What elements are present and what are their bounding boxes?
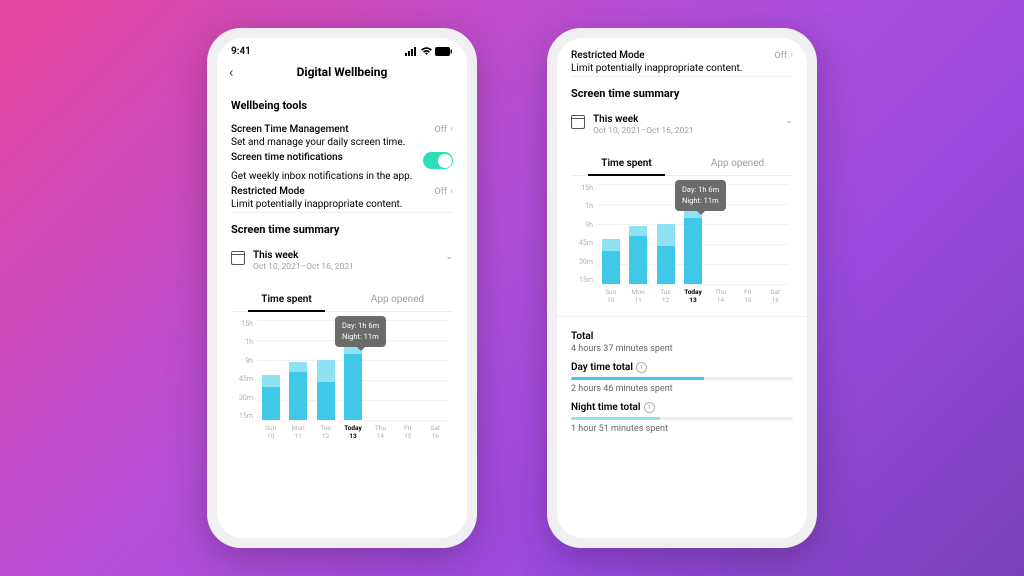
chart-plot-area: Day: 1h 6m Night: 11m — [597, 184, 789, 284]
phone-mockup-left: 9:41 ‹ Digital Wellbeing Wellbeing tools… — [207, 28, 477, 548]
info-icon[interactable]: i — [636, 362, 647, 373]
tab-time-spent[interactable]: Time spent — [231, 288, 342, 311]
summary-tabs: Time spent App opened — [571, 152, 793, 176]
screen-time-management-row[interactable]: Screen Time Management Off› — [231, 120, 453, 137]
screen-time-summary-heading: Screen time summary — [571, 87, 793, 100]
phone-screen-right: Restricted Mode Off› Limit potentially i… — [557, 38, 807, 538]
notifications-toggle[interactable] — [423, 152, 453, 169]
tab-app-opened[interactable]: App opened — [342, 288, 453, 311]
chevron-down-icon: ⌄ — [445, 252, 453, 262]
phone-mockup-right: Restricted Mode Off› Limit potentially i… — [547, 28, 817, 548]
date-range-selector[interactable]: This week Oct 10, 2021–Oct 16, 2021 ⌄ — [231, 244, 453, 278]
summary-tabs: Time spent App opened — [231, 288, 453, 312]
nav-bar: ‹ Digital Wellbeing — [217, 61, 467, 89]
page-title: Digital Wellbeing — [297, 65, 388, 79]
week-label: This week — [593, 114, 694, 125]
screen-time-notifications-label: Screen time notifications — [231, 152, 343, 163]
chart-x-axis: Sun10Mon11Tue12Today13Thu14Fri15Sat16 — [597, 289, 789, 304]
screen-time-notifications-row[interactable]: Screen time notifications — [231, 148, 453, 171]
screen-time-management-value: Off — [435, 125, 447, 135]
chart-y-axis: 15h 1h 9h 45m 30m 15m — [235, 320, 253, 420]
date-range-selector[interactable]: This week Oct 10, 2021–Oct 16, 2021 ⌄ — [571, 108, 793, 142]
night-total-block: Night time totali 1 hour 51 minutes spen… — [571, 402, 793, 434]
wifi-icon — [420, 47, 433, 56]
restricted-mode-sub: Limit potentially inappropriate content. — [231, 199, 453, 210]
day-total-label: Day time total — [571, 362, 633, 373]
chevron-right-icon: › — [450, 186, 453, 197]
screen-time-summary-heading: Screen time summary — [231, 223, 453, 236]
night-progress-bar — [571, 417, 793, 420]
night-total-value: 1 hour 51 minutes spent — [571, 424, 793, 434]
divider — [571, 76, 793, 77]
week-label: This week — [253, 250, 354, 261]
screen-time-management-sub: Set and manage your daily screen time. — [231, 137, 453, 148]
chart-x-axis: Sun10Mon11Tue12Today13Thu14Fri15Sat16 — [257, 425, 449, 440]
tab-time-spent[interactable]: Time spent — [571, 152, 682, 175]
day-progress-bar — [571, 377, 793, 380]
screen-time-chart: 15h 1h 9h 45m 30m 15m — [235, 320, 449, 440]
restricted-mode-row[interactable]: Restricted Mode Off› — [231, 182, 453, 199]
restricted-mode-sub: Limit potentially inappropriate content. — [571, 63, 793, 74]
total-label: Total — [571, 331, 793, 342]
chart-y-axis: 15h 1h 9h 45m 30m 15m — [575, 184, 593, 284]
tab-app-opened[interactable]: App opened — [682, 152, 793, 175]
date-range: Oct 10, 2021–Oct 16, 2021 — [253, 262, 354, 272]
total-block: Total 4 hours 37 minutes spent — [571, 331, 793, 354]
screen-time-notifications-sub: Get weekly inbox notifications in the ap… — [231, 171, 453, 182]
chart-plot-area: Day: 1h 6m Night: 11m — [257, 320, 449, 420]
restricted-mode-value: Off — [435, 187, 447, 197]
screen-time-management-label: Screen Time Management — [231, 124, 349, 135]
chevron-down-icon: ⌄ — [785, 116, 793, 126]
divider — [231, 212, 453, 213]
restricted-mode-value: Off — [775, 51, 787, 61]
day-total-value: 2 hours 46 minutes spent — [571, 384, 793, 394]
restricted-mode-row[interactable]: Restricted Mode Off› — [571, 46, 793, 63]
night-total-label: Night time total — [571, 402, 641, 413]
restricted-mode-label: Restricted Mode — [231, 186, 305, 197]
chevron-right-icon: › — [790, 50, 793, 61]
calendar-icon — [571, 115, 585, 129]
info-icon[interactable]: i — [644, 402, 655, 413]
gradient-background: 9:41 ‹ Digital Wellbeing Wellbeing tools… — [0, 0, 1024, 576]
status-time: 9:41 — [231, 46, 251, 57]
battery-icon — [435, 47, 453, 56]
chevron-right-icon: › — [450, 124, 453, 135]
totals-section: Total 4 hours 37 minutes spent Day time … — [557, 317, 807, 448]
wellbeing-tools-heading: Wellbeing tools — [231, 99, 453, 112]
total-value: 4 hours 37 minutes spent — [571, 344, 793, 354]
chart-tooltip: Day: 1h 6m Night: 11m — [335, 316, 386, 347]
phone-screen-left: 9:41 ‹ Digital Wellbeing Wellbeing tools… — [217, 38, 467, 538]
calendar-icon — [231, 251, 245, 265]
back-button[interactable]: ‹ — [229, 63, 233, 81]
date-range: Oct 10, 2021–Oct 16, 2021 — [593, 126, 694, 136]
screen-time-chart: 15h 1h 9h 45m 30m 15m — [575, 184, 789, 304]
status-icons — [405, 47, 453, 56]
signal-icon — [405, 47, 418, 56]
chart-tooltip: Day: 1h 6m Night: 11m — [675, 180, 726, 211]
day-total-block: Day time totali 2 hours 46 minutes spent — [571, 362, 793, 394]
restricted-mode-label: Restricted Mode — [571, 50, 645, 61]
status-bar: 9:41 — [217, 38, 467, 61]
